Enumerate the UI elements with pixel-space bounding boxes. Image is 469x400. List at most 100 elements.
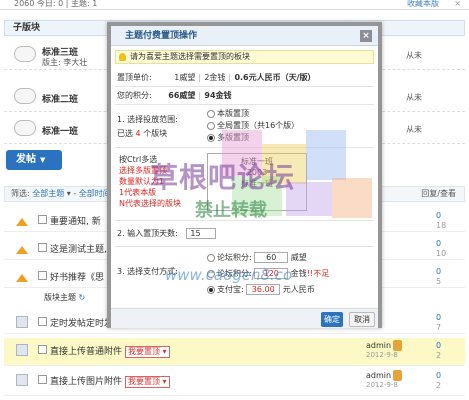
document-icon	[16, 374, 28, 386]
favorite-link[interactable]: 收藏本版	[407, 0, 439, 8]
thread-checkbox[interactable]	[38, 271, 47, 280]
points-gold: 94金钱	[204, 91, 232, 100]
pay-top-tag[interactable]: 我要置顶 ▾	[125, 346, 170, 358]
top-days-input[interactable]: 15	[186, 228, 217, 239]
filter-all-time[interactable]: 全部时间	[79, 189, 111, 198]
pin-up-icon	[16, 242, 28, 254]
reply-view-header: 回复/查看	[421, 189, 456, 198]
pay-option-label: 论坛积分:	[217, 253, 252, 262]
insufficient-warning: !!不足	[306, 269, 330, 278]
reply-count: 0	[436, 313, 442, 322]
thread-checkbox[interactable]	[38, 243, 47, 252]
step2-label: 2. 输入置顶天数:	[117, 229, 178, 238]
view-count: 2	[436, 351, 442, 360]
thread-title[interactable]: 重要通知, 新	[50, 214, 101, 227]
thread-checkbox[interactable]	[38, 215, 47, 224]
board-name[interactable]: 标准一班	[42, 124, 78, 137]
step1-selected-suffix: 个版块	[143, 129, 168, 138]
ctrl-note-red: N代表选择的版块	[119, 199, 181, 208]
price-row: 置顶单价: 1威望 2金钱 0.6元人民币（天/版）	[117, 72, 316, 83]
watermark-text: 禁止转载	[195, 200, 267, 221]
board-bubble-icon	[14, 120, 36, 136]
pay-option-label: 支付宝:	[217, 285, 244, 294]
document-icon	[16, 344, 28, 356]
pin-up-icon	[16, 270, 28, 282]
thread-checkbox[interactable]	[38, 345, 47, 354]
thread-title[interactable]: 这是测试主题,	[50, 242, 107, 255]
pay-prestige-radio[interactable]: 论坛积分: 60 威望	[207, 252, 307, 263]
thread-title-text[interactable]: 直接上传图片附件	[50, 377, 122, 387]
confirm-button[interactable]: 确定	[321, 312, 343, 327]
scope-multi-radio[interactable]: 多版置顶	[207, 132, 249, 143]
thread-date: 2012-9-8	[366, 351, 398, 359]
table-row[interactable]: 直接上传普通附件 我要置顶 ▾ admin 2012-9-8 0 2	[4, 338, 465, 366]
reply-count: 0	[436, 211, 442, 220]
radio-icon	[207, 133, 215, 142]
thread-title-text[interactable]: 直接上传普通附件	[50, 347, 122, 357]
divider	[115, 104, 374, 105]
scope-option-label: 本版置顶	[217, 109, 249, 118]
board-last-post: 从未	[406, 93, 422, 102]
document-icon	[16, 316, 28, 328]
divider	[115, 147, 374, 148]
pay-amount: 36.00	[246, 284, 281, 295]
dialog-footer: 确定 取消	[111, 308, 378, 328]
medal-icon	[393, 340, 402, 351]
thread-title[interactable]: 定时发帖定时发	[50, 316, 113, 329]
divider	[229, 73, 231, 82]
new-post-button[interactable]: 发帖 ▼	[6, 150, 62, 170]
thread-author[interactable]: admin	[366, 341, 391, 350]
reply-count: 0	[436, 267, 442, 276]
view-count: 7	[436, 323, 442, 332]
section-label-text: 版块主题	[44, 293, 76, 302]
thread-title[interactable]: 直接上传普通附件 我要置顶 ▾	[50, 344, 170, 358]
watermark-text: 草根吧论坛	[150, 161, 296, 194]
pay-top-tag[interactable]: 我要置顶 ▾	[125, 376, 170, 388]
scope-global-radio[interactable]: 全局置顶（共16个版）	[207, 120, 299, 131]
points-row: 您的积分: 66威望 94金钱	[117, 90, 232, 101]
step2-row: 2. 输入置顶天数: 15	[117, 228, 217, 239]
filter-label: 筛选:	[11, 189, 30, 198]
close-icon[interactable]: ×	[454, 0, 461, 8]
board-bubble-icon	[14, 46, 36, 62]
radio-icon	[207, 285, 215, 294]
price-rmb: 0.6元人民币（天/版）	[234, 73, 316, 82]
thread-checkbox[interactable]	[38, 375, 47, 384]
thread-checkbox[interactable]	[38, 317, 47, 326]
thread-author[interactable]: admin	[366, 371, 391, 380]
pay-alipay-radio[interactable]: 支付宝: 36.00 元人民币	[207, 284, 315, 295]
table-row[interactable]: 直接上传图片附件 我要置顶 ▾ admin 2012-9-8 0 2	[4, 368, 465, 396]
watermark-url: www.caogen8.co	[165, 266, 293, 284]
close-icon[interactable]: ×	[360, 30, 372, 42]
divider	[199, 91, 201, 100]
refresh-icon[interactable]: ↻	[79, 293, 86, 302]
thread-title[interactable]: 直接上传图片附件 我要置顶 ▾	[50, 374, 170, 388]
medal-icon	[393, 370, 402, 381]
view-count: 2	[436, 381, 442, 390]
pay-amount: 60	[254, 252, 289, 263]
pay-top-tag-label: 我要置顶	[128, 347, 161, 356]
pay-unit: 威望	[290, 253, 307, 262]
reply-count: 0	[436, 239, 442, 248]
cancel-button[interactable]: 取消	[349, 312, 375, 327]
radio-icon	[207, 253, 215, 262]
step1-selected-count: 4	[135, 129, 141, 138]
board-name[interactable]: 标准二班	[42, 92, 78, 105]
price-gold: 2金钱	[204, 73, 226, 82]
price-label: 置顶单价:	[117, 73, 152, 82]
points-prestige: 66威望	[168, 91, 196, 100]
divider	[115, 246, 374, 247]
forum-stats-strip: 2060 今日: 0 | 主题: 1 收藏本版 ×	[0, 0, 469, 10]
board-moderator: 版主: 李大壮	[42, 58, 88, 67]
filter-all-threads[interactable]: 全部主题	[32, 189, 64, 198]
thread-title[interactable]: 好书推荐《思	[50, 270, 104, 283]
reply-count: 0	[436, 371, 442, 380]
dialog-title: 主题付费置顶操作	[111, 26, 378, 46]
dialog-tip: 请为喜爱主题选择需要置顶的板块	[115, 50, 374, 64]
chevron-down-icon: ▼	[40, 156, 46, 164]
view-count: 18	[436, 221, 447, 230]
scope-local-radio[interactable]: 本版置顶	[207, 108, 249, 119]
pay-top-tag-label: 我要置顶	[128, 377, 161, 386]
lightbulb-icon	[119, 53, 126, 61]
chevron-down-icon: ▾	[66, 189, 71, 198]
